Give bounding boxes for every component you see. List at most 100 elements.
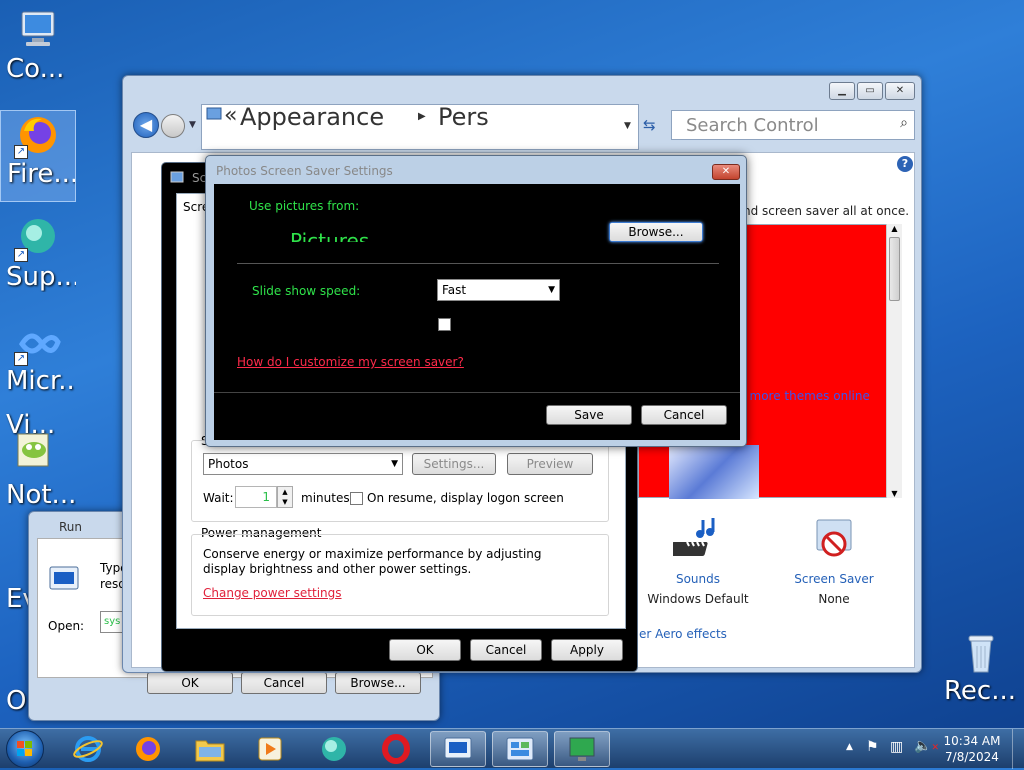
search-icon[interactable]: ⌕ <box>900 115 908 131</box>
search-box[interactable]: Search Control ⌕ <box>671 110 915 140</box>
sounds-label[interactable]: Sounds <box>643 572 753 586</box>
taskbar-media-player[interactable] <box>242 731 298 767</box>
desktop-icon-label: Fire... <box>7 159 75 189</box>
taskbar-internet-explorer[interactable] <box>60 731 116 767</box>
taskbar-display-settings[interactable] <box>554 731 610 767</box>
run-icon <box>48 565 80 594</box>
customize-help-link[interactable]: How do I customize my screen saver? <box>237 355 464 369</box>
resume-checkbox[interactable] <box>350 492 363 505</box>
desktop-icon-firefox[interactable]: ↗ Fire... <box>0 110 76 202</box>
aero-effects-link[interactable]: er Aero effects <box>639 627 727 641</box>
volume-muted-icon[interactable]: 🔈✕ <box>914 738 939 754</box>
screen-saver-icon <box>809 516 859 566</box>
sounds-value: Windows Default <box>647 592 749 606</box>
pictures-folder-clip: Pictures <box>290 226 410 242</box>
theme-list-scrollbar[interactable]: ▲ ▼ <box>886 224 902 498</box>
refresh-icon[interactable]: ⇆ <box>643 116 656 134</box>
wait-input[interactable]: 1 <box>235 486 277 508</box>
desktop-icon-person[interactable]: Ev... <box>0 584 30 614</box>
run-title: Run <box>59 520 83 534</box>
firefox-icon <box>136 737 160 761</box>
cancel-button[interactable]: Cancel <box>470 639 542 661</box>
forward-button[interactable] <box>161 114 185 138</box>
recent-pages-icon[interactable]: ▼ <box>189 120 196 130</box>
wait-label: Wait: <box>203 491 234 505</box>
slide-show-speed-select[interactable]: Fast ▼ <box>437 279 560 301</box>
taskbar-support[interactable] <box>306 731 362 767</box>
taskbar-firefox[interactable] <box>120 731 176 767</box>
computer-icon <box>14 6 62 54</box>
photos-divider <box>237 263 719 264</box>
more-themes-link[interactable]: t more themes online <box>741 389 870 403</box>
help-icon[interactable]: ? <box>897 156 913 172</box>
maximize-button[interactable]: ▭ <box>857 82 883 100</box>
screen-saver-value: None <box>818 592 850 606</box>
support-icon <box>322 737 346 761</box>
preview-button[interactable]: Preview <box>507 453 593 475</box>
spin-down-icon[interactable]: ▼ <box>278 497 292 507</box>
photos-dialog-body: Use pictures from: Pictures Browse... Sl… <box>214 184 740 440</box>
scroll-thumb[interactable] <box>889 237 900 301</box>
taskbar-control-panel[interactable] <box>492 731 548 767</box>
wait-spinner[interactable]: ▲ ▼ <box>277 486 293 508</box>
breadcrumb-overflow[interactable]: « <box>224 105 237 128</box>
slide-show-speed-value: Fast <box>442 283 467 297</box>
folder-icon <box>195 740 225 762</box>
taskbar-run[interactable] <box>430 731 486 767</box>
run-cancel-button[interactable]: Cancel <box>241 672 327 694</box>
desktop-icon-opera[interactable]: O... <box>0 686 30 716</box>
sounds-item[interactable]: Sounds Windows Default <box>643 516 753 606</box>
photos-browse-button[interactable]: Browse... <box>609 222 703 242</box>
photos-close-button[interactable]: ✕ <box>712 164 740 180</box>
pictures-folder-value: Pictures <box>290 229 370 242</box>
network-icon[interactable]: ▥ <box>890 739 903 755</box>
resume-label[interactable]: On resume, display logon screen <box>367 491 564 505</box>
desktop-icon-recycle-bin[interactable]: Rec... <box>938 628 1024 706</box>
clock-date: 7/8/2024 <box>945 750 999 764</box>
action-center-flag-icon[interactable]: ⚑ <box>866 739 879 755</box>
clock[interactable]: 10:34 AM 7/8/2024 <box>942 733 1002 765</box>
breadcrumb-appearance[interactable]: Appearance <box>240 105 384 131</box>
run-ok-button[interactable]: OK <box>147 672 233 694</box>
taskbar-file-explorer[interactable] <box>182 731 238 767</box>
show-desktop-button[interactable] <box>1012 729 1024 769</box>
settings-button[interactable]: Settings... <box>412 453 496 475</box>
screen-saver-label[interactable]: Screen Saver <box>779 572 889 586</box>
scroll-down-icon[interactable]: ▼ <box>887 489 902 498</box>
visual-studio-icon: ↗ <box>14 318 62 366</box>
desktop-icon-notepad[interactable]: Not... <box>0 480 76 510</box>
scroll-up-icon[interactable]: ▲ <box>887 224 902 233</box>
shuffle-checkbox[interactable] <box>438 318 451 331</box>
screen-saver-item[interactable]: Screen Saver None <box>779 516 889 606</box>
taskbar: ▲ ⚑ ▥ 🔈✕ 10:34 AM 7/8/2024 <box>0 728 1024 769</box>
clock-time: 10:34 AM <box>943 734 1001 748</box>
photos-cancel-button[interactable]: Cancel <box>641 405 727 425</box>
desktop-icon-support[interactable]: ↗ Sup... <box>0 214 76 292</box>
shortcut-arrow-icon: ↗ <box>14 145 28 159</box>
apply-button[interactable]: Apply <box>551 639 623 661</box>
desktop-icon-computer[interactable]: Co... <box>0 6 76 84</box>
taskbar-opera[interactable] <box>368 731 424 767</box>
screen-saver-select[interactable]: Photos ▼ <box>203 453 403 475</box>
media-player-icon <box>258 737 282 761</box>
desktop-icon-visual-studio[interactable]: ↗ Micr... <box>0 318 76 396</box>
ok-button[interactable]: OK <box>389 639 461 661</box>
start-button[interactable] <box>6 730 44 768</box>
address-bar[interactable]: « Appearance ▶ Pers ▼ <box>201 104 639 150</box>
photos-save-button[interactable]: Save <box>546 405 632 425</box>
breadcrumb-personalization[interactable]: Pers <box>438 105 489 131</box>
back-button[interactable]: ◀ <box>133 112 159 138</box>
power-management-description: Conserve energy or maximize performance … <box>203 547 542 576</box>
minimize-button[interactable]: ▁ <box>829 82 855 100</box>
run-browse-button[interactable]: Browse... <box>335 672 421 694</box>
theme-thumbnail[interactable] <box>669 445 759 499</box>
run-open-value: sys <box>104 616 121 627</box>
desktop-icon-notepad-plus[interactable]: Vi... <box>0 410 76 467</box>
close-button[interactable]: ✕ <box>885 82 915 100</box>
breadcrumb-separator-icon[interactable]: ▶ <box>418 111 426 122</box>
address-dropdown-icon[interactable]: ▼ <box>624 121 631 131</box>
control-panel-icon <box>206 107 222 124</box>
show-hidden-icons-icon[interactable]: ▲ <box>846 742 853 752</box>
change-power-settings-link[interactable]: Change power settings <box>203 586 342 600</box>
spin-up-icon[interactable]: ▲ <box>278 487 292 497</box>
